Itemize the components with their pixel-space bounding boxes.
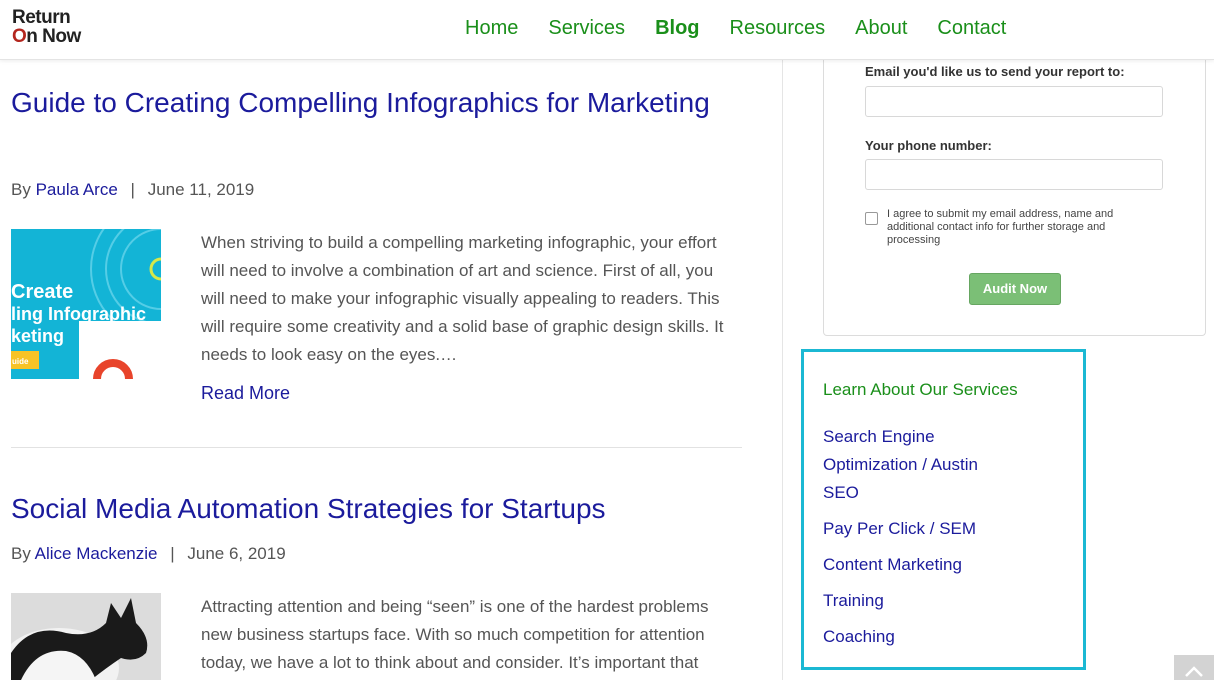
author-link[interactable]: Alice Mackenzie [35,544,158,563]
nav-blog[interactable]: Blog [655,16,699,40]
post-excerpt: When striving to build a compelling mark… [201,233,724,364]
post-date: June 6, 2019 [187,544,286,563]
post-title[interactable]: Guide to Creating Compelling Infographic… [11,82,711,124]
author-link[interactable]: Paula Arce [36,180,118,199]
post-excerpt: Attracting attention and being “seen” is… [201,597,709,672]
service-link-ppc[interactable]: Pay Per Click / SEM [823,515,976,543]
infographic-thumbnail-image: Create ling Infographic keting uide [11,229,161,379]
nav-resources[interactable]: Resources [730,16,826,40]
services-title: Learn About Our Services [823,380,1018,399]
phone-field[interactable] [865,159,1163,190]
nav-contact[interactable]: Contact [937,16,1006,40]
logo-line1: Return [12,7,71,28]
site-logo[interactable]: Return On Now [12,8,82,46]
scroll-top-button[interactable] [1174,655,1214,680]
thumb-text-line3: keting [11,326,64,346]
service-link-coaching[interactable]: Coaching [823,623,895,651]
chevron-up-icon [1185,666,1203,677]
nav-services[interactable]: Services [548,16,625,40]
consent-text: I agree to submit my email address, name… [887,208,1114,246]
services-widget: Learn About Our Services Search Engine O… [801,349,1086,670]
post-thumbnail[interactable]: Create ling Infographic keting uide [11,229,161,379]
logo-line2: On Now [12,27,81,46]
post-date: June 11, 2019 [147,180,255,199]
audit-form: Email you'd like us to send your report … [823,20,1206,336]
consent-checkbox[interactable] [865,212,878,225]
email-label: Email you'd like us to send your report … [865,64,1125,79]
meta-separator: | [130,180,135,199]
thumb-text-line2: ling Infographic [11,304,146,324]
thumb-text-line1: Create [11,281,73,303]
service-link-content-marketing[interactable]: Content Marketing [823,551,962,579]
service-link-training[interactable]: Training [823,587,884,615]
read-more-link[interactable]: Read More [201,381,290,405]
nav-home[interactable]: Home [465,16,518,40]
audit-now-button[interactable]: Audit Now [969,273,1061,305]
thumb-text-line4: uide [12,357,29,366]
post-thumbnail[interactable] [11,593,161,680]
post-divider [11,447,742,448]
by-label: By [11,544,31,563]
main-nav: Home Services Blog Resources About Conta… [465,16,1036,40]
email-field[interactable] [865,86,1163,117]
nav-about[interactable]: About [855,16,907,40]
main-content: Guide to Creating Compelling Infographic… [0,0,783,680]
post-title[interactable]: Social Media Automation Strategies for S… [11,488,731,530]
by-label: By [11,180,31,199]
site-header: Return On Now Home Services Blog Resourc… [0,0,1214,60]
phone-label: Your phone number: [865,138,992,153]
logo-o: O [12,26,27,47]
service-link-seo[interactable]: Search Engine Optimization / Austin SEO [823,423,998,507]
post-meta: By Paula Arce | June 11, 2019 [11,179,254,201]
logo-line2-rest: n Now [26,26,81,47]
post-meta: By Alice Mackenzie | June 6, 2019 [11,543,286,565]
dog-thumbnail-image [11,593,161,680]
meta-separator: | [170,544,175,563]
